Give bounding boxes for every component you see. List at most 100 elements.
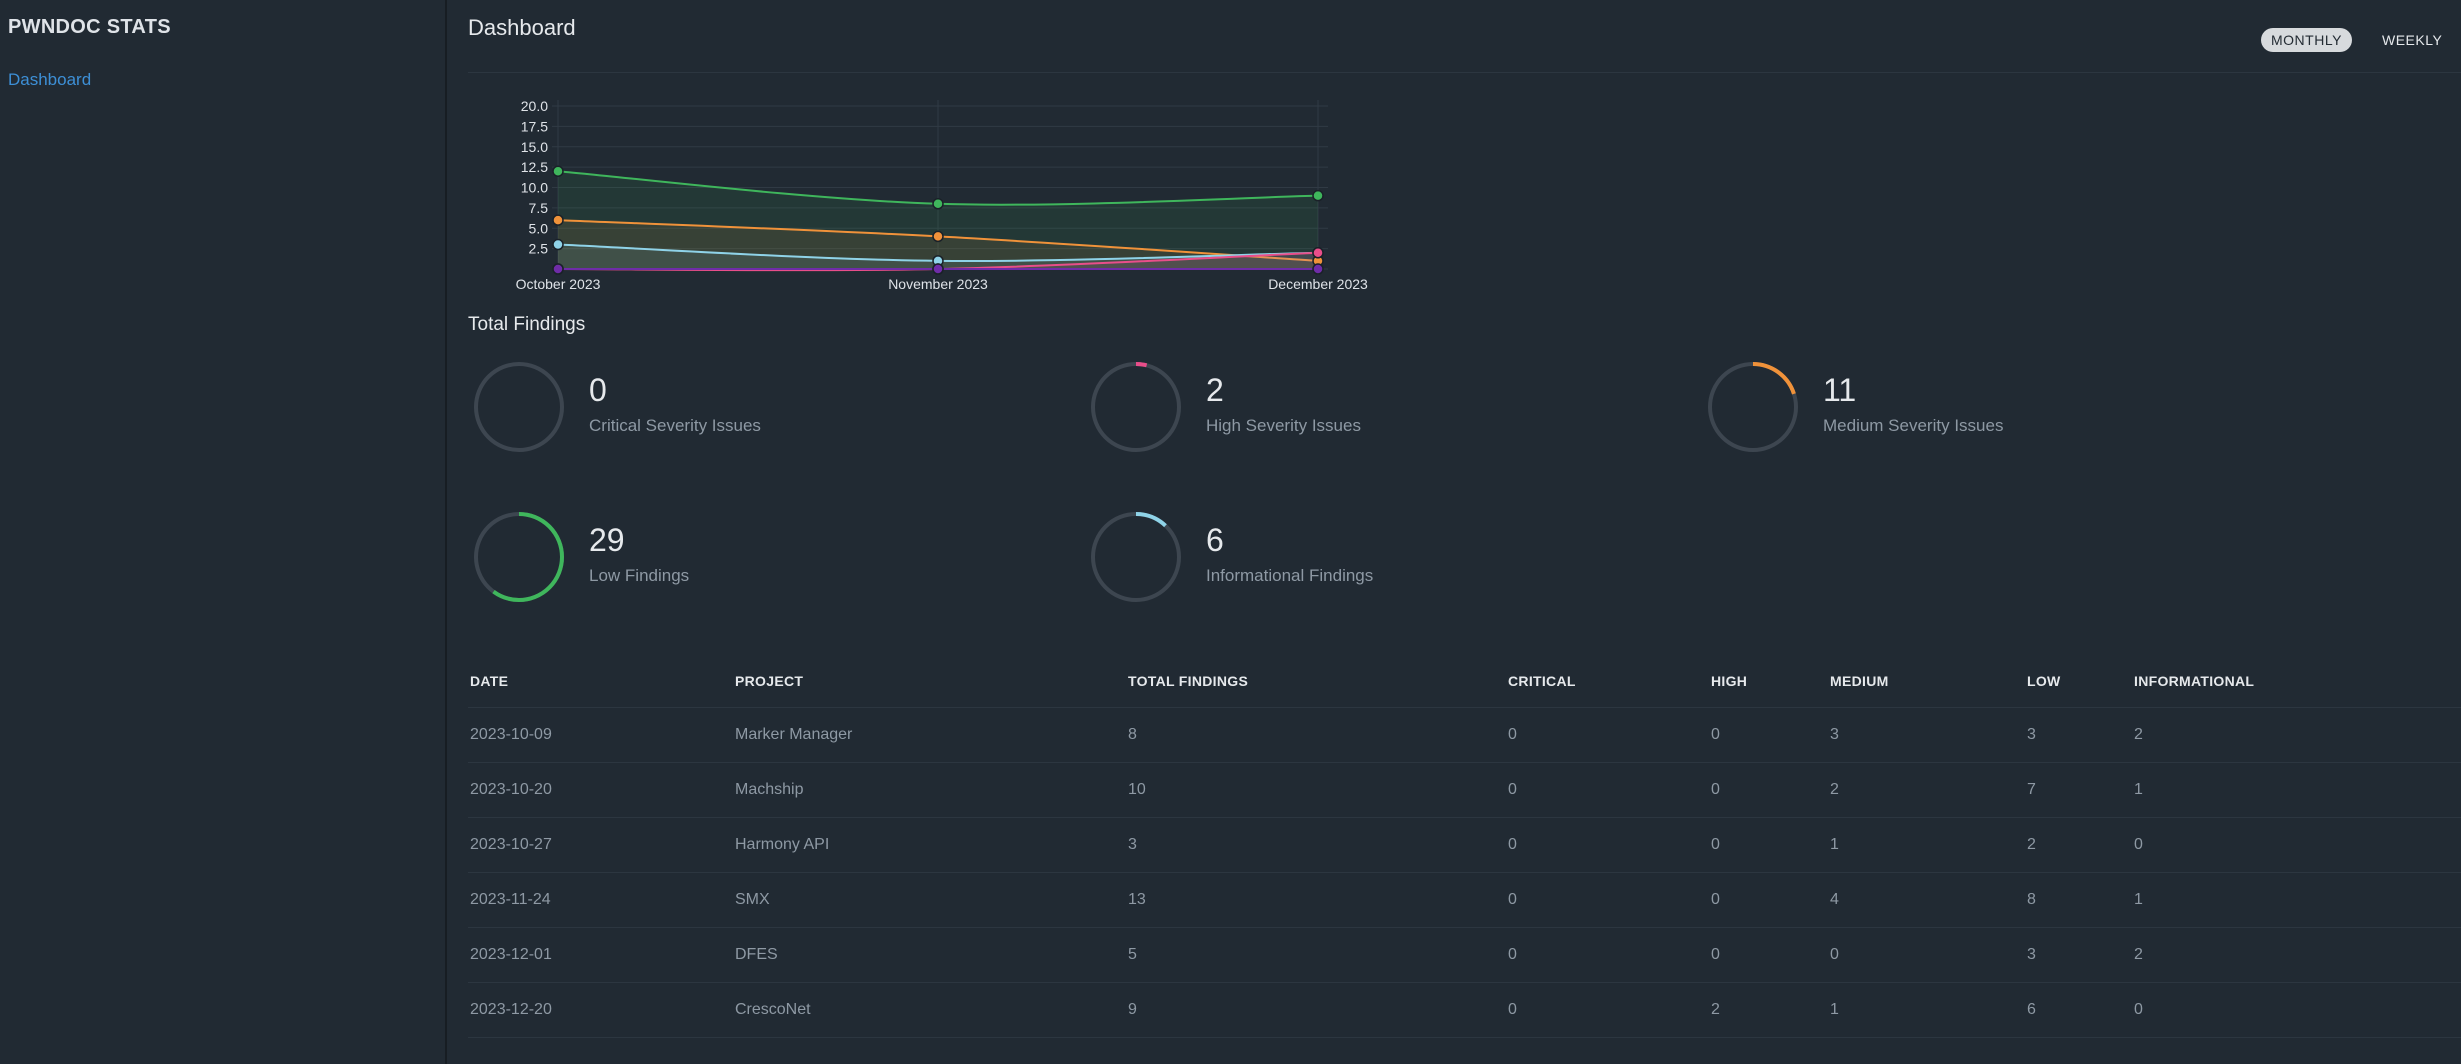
medium-ring: [1708, 362, 1798, 452]
monthly-toggle[interactable]: MONTHLY: [2261, 28, 2352, 52]
cell-informational: 2: [2132, 707, 2461, 763]
table-row: 2023-12-20 CrescoNet 9 0 2 1 6 0: [468, 982, 2461, 1038]
sidebar: PWNDOC STATS Dashboard: [0, 0, 447, 1064]
y-tick-label: 17.5: [521, 118, 548, 134]
findings-trend-chart: 20.0 17.5 15.0 12.5 10.0 7.5 5.0 2.5 October 202…: [516, 98, 1368, 292]
column-header-project[interactable]: PROJECT: [733, 655, 1126, 708]
cell-critical: 0: [1506, 707, 1709, 763]
table-row: 2023-10-27 Harmony API 3 0 0 1 2 0: [468, 817, 2461, 873]
cell-project: SMX: [733, 872, 1126, 928]
high-stat: 2 High Severity Issues: [1085, 360, 1685, 460]
x-tick-label: October 2023: [516, 276, 601, 292]
cell-informational: 1: [2132, 872, 2461, 928]
informational-ring: [1091, 512, 1181, 602]
x-tick-label: December 2023: [1268, 276, 1368, 292]
cell-date: 2023-11-24: [468, 872, 733, 928]
cell-medium: 1: [1828, 817, 2025, 873]
cell-critical: 0: [1506, 762, 1709, 818]
cell-high: 0: [1709, 872, 1828, 928]
medium-count: 11: [1823, 372, 1857, 408]
cell-medium: 2: [1828, 762, 2025, 818]
column-header-informational[interactable]: INFORMATIONAL: [2132, 655, 2461, 708]
cell-informational: 0: [2132, 817, 2461, 873]
table-header-row: DATE PROJECT TOTAL FINDINGS CRITICAL HIG…: [468, 655, 2461, 708]
header-divider: [468, 72, 2461, 73]
informational-count: 6: [1206, 522, 1224, 558]
data-point: [552, 263, 564, 275]
column-header-low[interactable]: LOW: [2025, 655, 2132, 708]
cell-critical: 0: [1506, 982, 1709, 1038]
page-title: Dashboard: [468, 15, 576, 40]
critical-count: 0: [589, 372, 607, 408]
column-header-date[interactable]: DATE: [468, 655, 733, 708]
cell-informational: 1: [2132, 762, 2461, 818]
cell-critical: 0: [1506, 872, 1709, 928]
high-count: 2: [1206, 372, 1224, 408]
cell-low: 7: [2025, 762, 2132, 818]
cell-critical: 0: [1506, 927, 1709, 983]
cell-low: 3: [2025, 927, 2132, 983]
cell-project: Marker Manager: [733, 707, 1126, 763]
cell-date: 2023-12-20: [468, 982, 733, 1038]
cell-total-findings: 13: [1126, 872, 1506, 928]
cell-low: 8: [2025, 872, 2132, 928]
column-header-critical[interactable]: CRITICAL: [1506, 655, 1709, 708]
low-label: Low Findings: [589, 566, 690, 585]
cell-date: 2023-10-09: [468, 707, 733, 763]
cell-total-findings: 10: [1126, 762, 1506, 818]
low-count: 29: [589, 522, 625, 558]
cell-total-findings: 9: [1126, 982, 1506, 1038]
total-findings-title: Total Findings: [468, 314, 586, 335]
column-header-total-findings[interactable]: TOTAL FINDINGS: [1126, 655, 1506, 708]
data-point: [1312, 263, 1324, 275]
x-tick-label: November 2023: [888, 276, 988, 292]
y-tick-label: 15.0: [521, 139, 548, 155]
cell-project: DFES: [733, 927, 1126, 983]
column-header-high[interactable]: HIGH: [1709, 655, 1828, 708]
data-point: [932, 263, 944, 275]
cell-date: 2023-10-20: [468, 762, 733, 818]
table-row: 2023-10-09 Marker Manager 8 0 0 3 3 2: [468, 707, 2461, 763]
informational-label: Informational Findings: [1206, 566, 1374, 585]
critical-ring: [474, 362, 564, 452]
cell-low: 3: [2025, 707, 2132, 763]
column-header-medium[interactable]: MEDIUM: [1828, 655, 2025, 708]
y-tick-label: 5.0: [529, 220, 549, 236]
cell-total-findings: 5: [1126, 927, 1506, 983]
data-point: [932, 230, 944, 243]
cell-date: 2023-10-27: [468, 817, 733, 873]
cell-project: CrescoNet: [733, 982, 1126, 1038]
cell-informational: 0: [2132, 982, 2461, 1038]
table-row: 2023-12-01 DFES 5 0 0 0 3 2: [468, 927, 2461, 983]
cell-high: 0: [1709, 817, 1828, 873]
high-label: High Severity Issues: [1206, 416, 1361, 435]
data-point: [1312, 246, 1324, 259]
data-point: [932, 198, 944, 210]
low-stat: 29 Low Findings: [468, 510, 1068, 610]
data-point: [552, 238, 564, 251]
low-ring: [474, 512, 564, 602]
cell-date: 2023-12-01: [468, 927, 733, 983]
y-tick-label: 10.0: [521, 180, 548, 196]
critical-stat: 0 Critical Severity Issues: [468, 360, 1068, 460]
y-tick-label: 2.5: [529, 241, 549, 257]
high-ring: [1091, 362, 1181, 452]
y-tick-label: 20.0: [521, 98, 548, 114]
cell-low: 6: [2025, 982, 2132, 1038]
cell-total-findings: 3: [1126, 817, 1506, 873]
table-row: 2023-11-24 SMX 13 0 0 4 8 1: [468, 872, 2461, 928]
cell-medium: 1: [1828, 982, 2025, 1038]
cell-project: Machship: [733, 762, 1126, 818]
cell-medium: 0: [1828, 927, 2025, 983]
sidebar-item-dashboard[interactable]: Dashboard: [8, 70, 91, 90]
cell-medium: 3: [1828, 707, 2025, 763]
cell-critical: 0: [1506, 817, 1709, 873]
cell-high: 2: [1709, 982, 1828, 1038]
medium-stat: 11 Medium Severity Issues: [1702, 360, 2302, 460]
cell-medium: 4: [1828, 872, 2025, 928]
y-tick-label: 12.5: [521, 159, 548, 175]
cell-project: Harmony API: [733, 817, 1126, 873]
y-tick-label: 7.5: [529, 200, 549, 216]
weekly-toggle[interactable]: WEEKLY: [2372, 28, 2452, 52]
data-point: [552, 165, 564, 177]
